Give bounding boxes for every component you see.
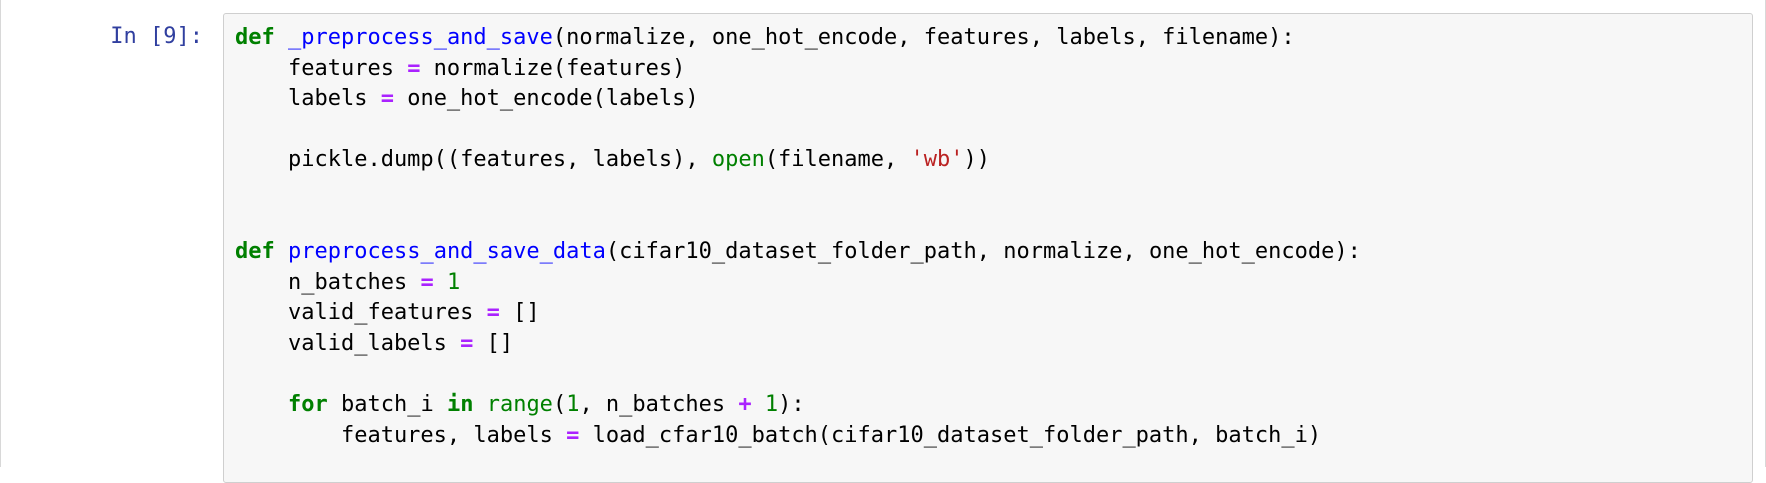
code-token: preprocess_and_save_data [288,239,606,265]
code-token: _preprocess_and_save [288,25,553,50]
code-line: valid_features = [] [235,298,1752,329]
code-token: labels [235,86,381,112]
code-token: 1 [446,269,461,295]
code-token: ): [778,392,805,418]
code-token: 1 [764,392,779,418]
code-token: normalize(features) [420,55,686,81]
code-token: open [711,147,765,173]
code-token: in [446,392,474,418]
code-token: features, labels [235,422,567,448]
code-token: range [486,392,553,418]
notebook-frame: In [9]: def _preprocess_and_save(normali… [0,0,1766,483]
code-line: pickle.dump((features, labels), open(fil… [235,145,1752,176]
code-token: n_batches [235,269,421,295]
code-token: = [460,330,474,356]
code-token: 1 [566,392,580,418]
code-line: n_batches = 1 [235,268,1752,299]
code-token: (normalize, one_hot_encode, features, la… [552,25,1295,50]
code-token: 'wb' [910,147,964,173]
input-prompt: In [9]: [110,24,203,49]
code-token: = [566,422,580,448]
code-token: [] [473,330,514,356]
code-token: = [420,269,434,295]
code-token: , n_batches [579,392,739,418]
code-line: def preprocess_and_save_data(cifar10_dat… [235,237,1752,268]
code-line: labels = one_hot_encode(labels) [235,84,1752,115]
code-token: = [407,55,421,81]
code-token: batch_i [327,392,447,418]
code-token: load_cfar10_batch(cifar10_dataset_folder… [579,422,1322,448]
code-token: def [235,25,275,50]
code-line: for batch_i in range(1, n_batches + 1): [235,390,1752,421]
code-token: = [486,300,500,326]
code-token: (filename, [764,147,911,173]
code-token: def [235,239,275,265]
code-line: def _preprocess_and_save(normalize, one_… [235,23,1752,54]
code-token: + [738,392,752,418]
code-token: ( [552,392,567,418]
code-editor[interactable]: def _preprocess_and_save(normalize, one_… [223,13,1753,483]
code-token: = [380,86,394,112]
code-token: for [287,392,328,418]
code-line: valid_labels = [] [235,329,1752,360]
code-cell[interactable]: In [9]: def _preprocess_and_save(normali… [1,0,1766,483]
code-token: pickle.dump((features, labels), [235,147,712,173]
code-token: )) [963,147,991,173]
code-token: [] [499,300,540,326]
code-token: valid_labels [235,330,461,356]
code-token: (cifar10_dataset_folder_path, normalize,… [605,239,1361,265]
code-token: valid_features [235,300,487,326]
code-token: features [235,55,408,81]
code-line: features, labels = load_cfar10_batch(cif… [235,421,1752,452]
code-token: one_hot_encode(labels) [393,86,699,112]
code-block[interactable]: def _preprocess_and_save(normalize, one_… [235,23,1752,451]
code-line: features = normalize(features) [235,54,1752,85]
